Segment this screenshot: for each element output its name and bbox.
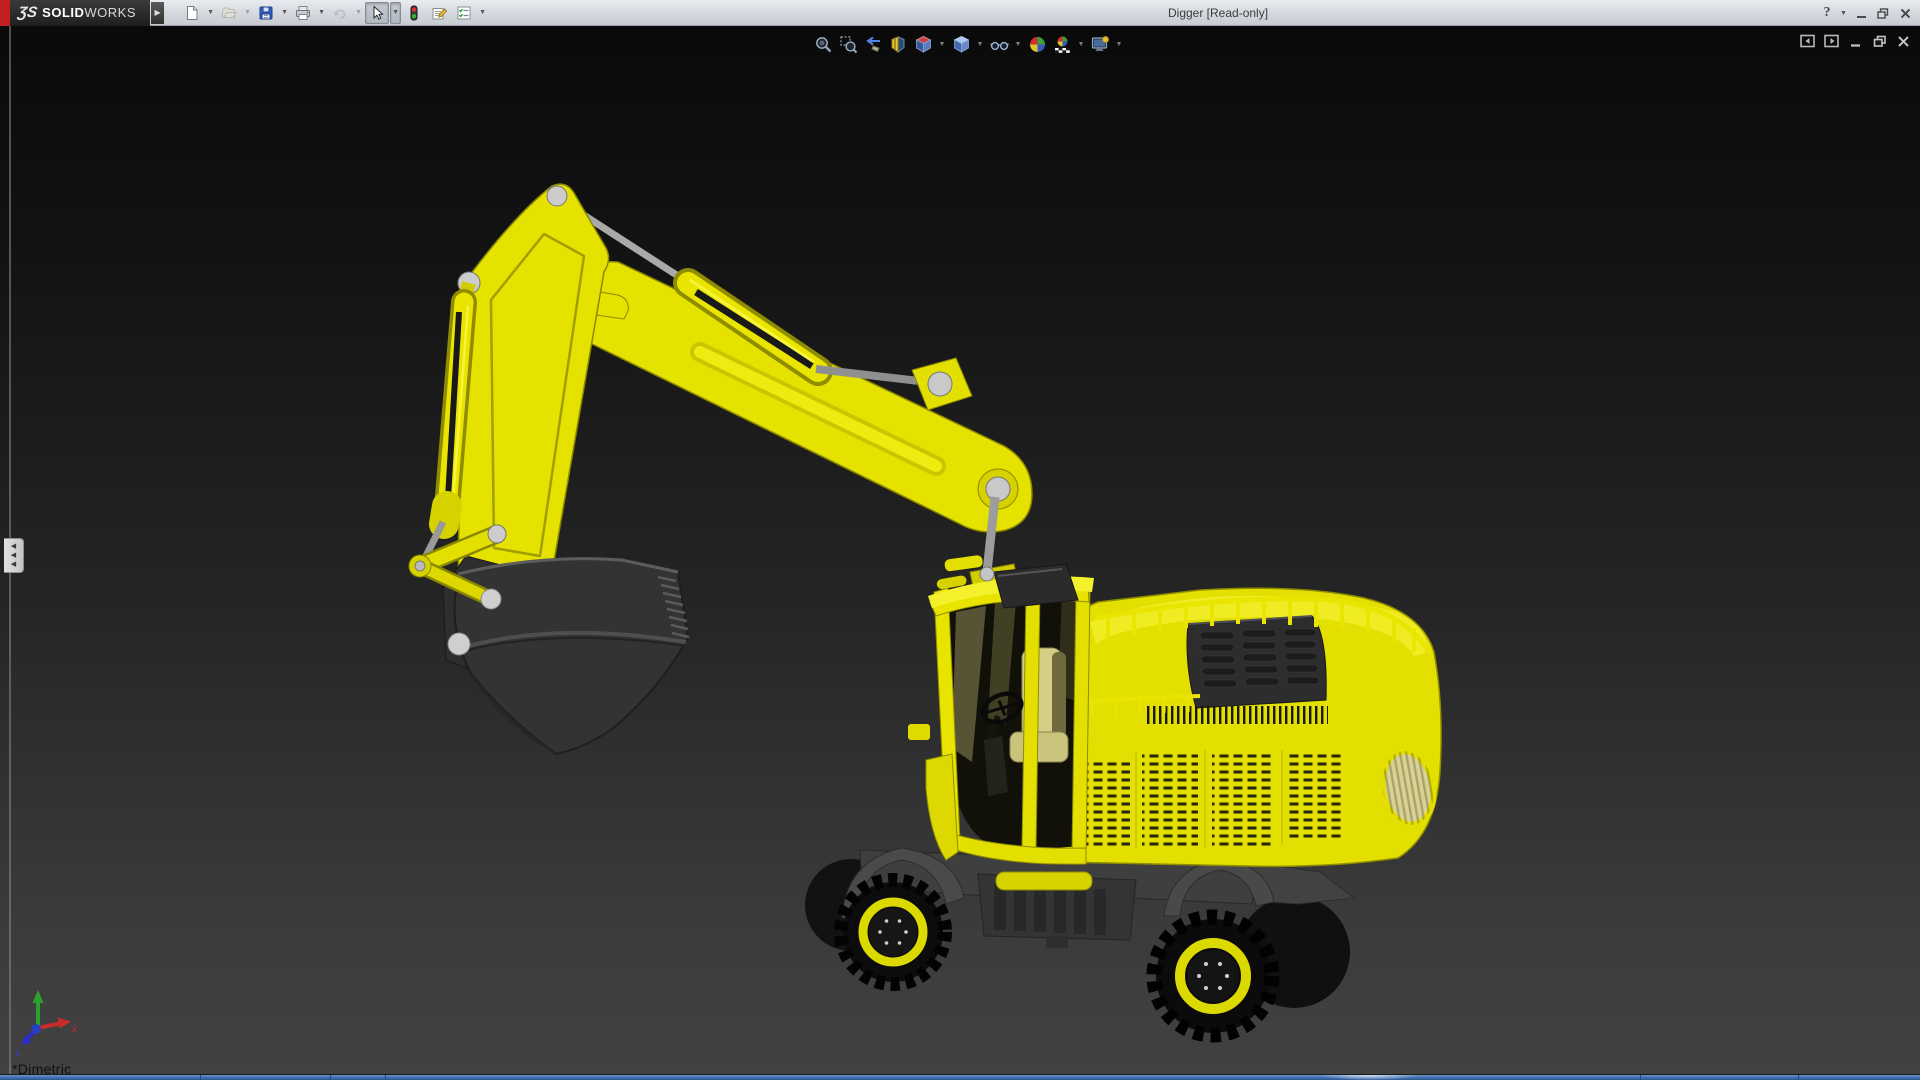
status-bar-separator (200, 1075, 201, 1080)
select-cursor-icon (369, 5, 385, 21)
status-bar (0, 1074, 1920, 1080)
status-bar-separator (330, 1075, 331, 1080)
excavator-3d-model[interactable]: x z (0, 26, 1920, 1080)
options-checklist-icon (456, 5, 472, 21)
foot-step (908, 724, 930, 740)
side-step (996, 872, 1092, 890)
orientation-triad: x z (15, 990, 77, 1059)
cab-sunroof (994, 564, 1078, 608)
restore-button[interactable] (1874, 3, 1892, 23)
rebuild-button[interactable] (402, 2, 426, 24)
new-document-button[interactable] (180, 2, 204, 24)
z-axis-label: z (15, 1048, 20, 1059)
brand-name-bold: SOLID (42, 5, 84, 20)
status-bar-separator (1798, 1075, 1799, 1080)
open-folder-icon (221, 5, 237, 21)
brand-name-light: WORKS (84, 5, 136, 20)
status-bar-separator (1640, 1075, 1641, 1080)
new-document-dropdown[interactable]: ▼ (205, 2, 216, 24)
close-button[interactable] (1896, 3, 1914, 23)
traffic-light-icon (406, 5, 422, 21)
new-document-icon (184, 5, 200, 21)
x-axis-label: x (72, 1024, 77, 1035)
undo-button[interactable] (328, 2, 352, 24)
rear-wheel (1154, 917, 1272, 1035)
select-tool-button[interactable] (365, 2, 389, 24)
status-bar-separator (385, 1075, 386, 1080)
window-title: Digger [Read-only] (1168, 6, 1268, 20)
print-icon (295, 5, 311, 21)
restore-icon (1876, 7, 1890, 20)
print-button[interactable] (291, 2, 315, 24)
help-dropdown[interactable]: ▼ (1840, 10, 1848, 17)
file-properties-button[interactable] (427, 2, 451, 24)
undo-dropdown[interactable]: ▼ (353, 2, 364, 24)
close-icon (1899, 7, 1912, 20)
save-floppy-icon (258, 5, 274, 21)
minimize-icon (1855, 7, 1868, 20)
titlebar: ƷS SOLIDWORKS ▶ ▼ ▼ (0, 0, 1920, 26)
status-bar-highlight (1322, 1075, 1418, 1080)
window-controls: ? ▼ (1818, 0, 1914, 26)
graphics-viewport[interactable]: ◀ ◀ ◀ (0, 26, 1920, 1080)
open-document-dropdown[interactable]: ▼ (242, 2, 253, 24)
cab (926, 555, 1094, 864)
options-button[interactable] (452, 2, 476, 24)
file-properties-icon (431, 5, 447, 21)
front-wheel (841, 880, 945, 984)
help-button[interactable]: ? (1818, 3, 1836, 23)
save-dropdown[interactable]: ▼ (279, 2, 290, 24)
menu-expander-button[interactable]: ▶ (151, 2, 164, 24)
open-document-button[interactable] (217, 2, 241, 24)
standard-toolbar: ▼ ▼ ▼ (180, 2, 488, 24)
solidworks-logo: ƷS SOLIDWORKS (10, 0, 150, 26)
options-dropdown[interactable]: ▼ (477, 2, 488, 24)
select-tool-dropdown[interactable]: ▼ (390, 2, 401, 24)
minimize-button[interactable] (1852, 3, 1870, 23)
bucket (455, 559, 689, 754)
save-button[interactable] (254, 2, 278, 24)
ds-logo-icon: ƷS (17, 4, 39, 21)
print-dropdown[interactable]: ▼ (316, 2, 327, 24)
brand-name: SOLIDWORKS (42, 4, 136, 22)
brand-accent-bar (0, 0, 10, 26)
solidworks-window: ƷS SOLIDWORKS ▶ ▼ ▼ (0, 0, 1920, 1080)
undo-icon (332, 5, 348, 21)
